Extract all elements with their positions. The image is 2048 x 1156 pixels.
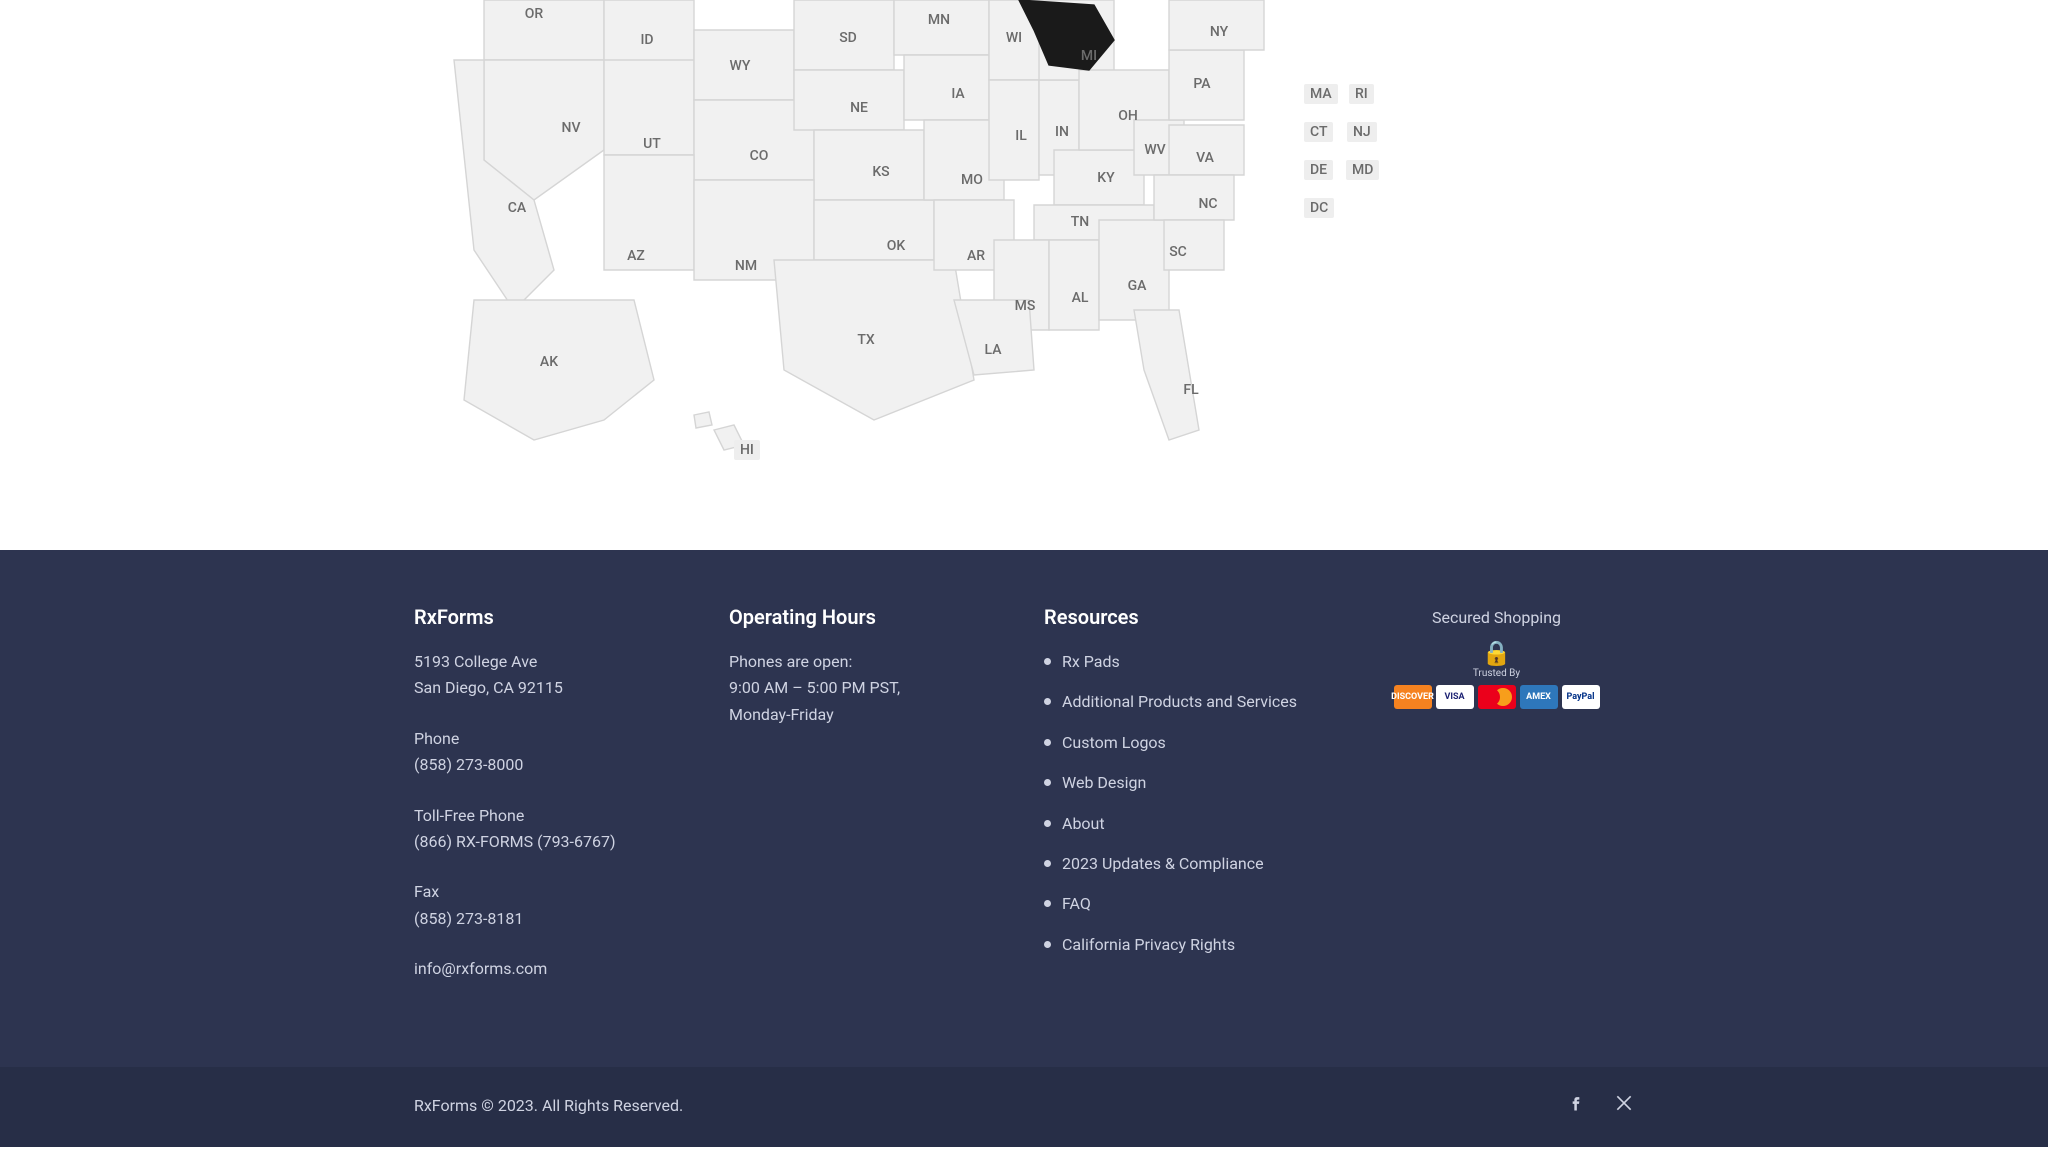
mastercard-icon	[1478, 685, 1516, 709]
tollfree-label: Toll-Free Phone	[414, 803, 689, 829]
state-RI[interactable]: RI	[1349, 84, 1374, 104]
footer-company-column: RxForms 5193 College Ave San Diego, CA 9…	[414, 605, 689, 1007]
copyright-text: RxForms © 2023. All Rights Reserved.	[414, 1093, 683, 1119]
social-links	[1566, 1089, 1634, 1125]
state-UT[interactable]: UT	[643, 136, 661, 152]
copyright-bar: RxForms © 2023. All Rights Reserved.	[0, 1067, 2048, 1147]
state-FL[interactable]: FL	[1183, 382, 1198, 398]
footer-resources-column: Resources Rx Pads Additional Products an…	[1044, 605, 1319, 1007]
secured-title: Secured Shopping	[1359, 605, 1634, 631]
trusted-by-text: Trusted By	[1473, 668, 1520, 679]
state-WI[interactable]: WI	[1006, 30, 1022, 46]
resources-list: Rx Pads Additional Products and Services…	[1044, 649, 1319, 958]
state-OR[interactable]: OR	[525, 6, 543, 22]
resources-link[interactable]: Rx Pads	[1062, 652, 1120, 671]
us-map-section: OR ID SD MN WI MI NY WY NE IA OH PA NV U…	[0, 0, 2048, 550]
footer-secured-column: Secured Shopping 🔒 Trusted By DISCOVER V…	[1359, 605, 1634, 1007]
paypal-icon: PayPal	[1562, 685, 1600, 709]
company-address-1: 5193 College Ave	[414, 649, 689, 675]
state-CT[interactable]: CT	[1304, 122, 1333, 142]
state-HI[interactable]: HI	[734, 440, 760, 460]
state-OK[interactable]: OK	[887, 238, 906, 254]
state-MS[interactable]: MS	[1015, 298, 1036, 314]
fax-label: Fax	[414, 879, 689, 905]
state-MD[interactable]: MD	[1346, 160, 1379, 180]
amex-card-icon: AMEX	[1520, 685, 1558, 709]
hours-heading: Operating Hours	[729, 605, 1004, 629]
state-MN[interactable]: MN	[928, 12, 950, 28]
resources-link[interactable]: Additional Products and Services	[1062, 692, 1297, 711]
discover-card-icon: DISCOVER	[1394, 685, 1432, 709]
hours-line-2: 9:00 AM – 5:00 PM PST,	[729, 675, 1004, 701]
lock-shield-icon: 🔒	[1482, 639, 1512, 667]
phone-label: Phone	[414, 726, 689, 752]
resources-link[interactable]: Web Design	[1062, 773, 1146, 792]
state-AK[interactable]: AK	[540, 354, 558, 370]
state-SC[interactable]: SC	[1169, 244, 1187, 260]
company-address-2: San Diego, CA 92115	[414, 675, 689, 701]
state-MI[interactable]: MI	[1081, 48, 1097, 64]
payment-cards: DISCOVER VISA AMEX PayPal	[1359, 685, 1634, 709]
state-NJ[interactable]: NJ	[1347, 122, 1377, 142]
resources-link[interactable]: FAQ	[1062, 894, 1091, 913]
state-CA[interactable]: CA	[508, 200, 526, 216]
state-NM[interactable]: NM	[735, 258, 757, 274]
us-map-svg	[434, 0, 1614, 490]
state-IN[interactable]: IN	[1055, 124, 1069, 140]
state-NV[interactable]: NV	[562, 120, 581, 136]
state-AR[interactable]: AR	[967, 248, 985, 264]
state-GA[interactable]: GA	[1128, 278, 1147, 294]
resources-heading: Resources	[1044, 605, 1319, 629]
state-SD[interactable]: SD	[839, 30, 857, 46]
state-CO[interactable]: CO	[750, 148, 769, 164]
resources-link[interactable]: California Privacy Rights	[1062, 935, 1235, 954]
fax-value: (858) 273-8181	[414, 906, 689, 932]
state-KY[interactable]: KY	[1097, 170, 1114, 186]
state-WV[interactable]: WV	[1144, 142, 1165, 158]
state-TN[interactable]: TN	[1071, 214, 1089, 230]
company-heading: RxForms	[414, 605, 689, 629]
state-OH[interactable]: OH	[1118, 108, 1138, 124]
state-ID[interactable]: ID	[640, 32, 653, 48]
visa-card-icon: VISA	[1436, 685, 1474, 709]
trust-badge[interactable]: 🔒 Trusted By	[1473, 639, 1520, 679]
state-LA[interactable]: LA	[985, 342, 1002, 358]
phone-link[interactable]: (858) 273-8000	[414, 755, 523, 774]
state-NY[interactable]: NY	[1210, 24, 1228, 40]
state-PA[interactable]: PA	[1193, 76, 1210, 92]
state-DC[interactable]: DC	[1304, 198, 1334, 218]
resources-link[interactable]: About	[1062, 814, 1105, 833]
state-DE[interactable]: DE	[1304, 160, 1333, 180]
state-KS[interactable]: KS	[872, 164, 889, 180]
state-TX[interactable]: TX	[857, 332, 874, 348]
resources-link[interactable]: Custom Logos	[1062, 733, 1166, 752]
state-MO[interactable]: MO	[961, 172, 983, 188]
tollfree-link[interactable]: (866) RX-FORMS (793-6767)	[414, 832, 616, 851]
site-footer: RxForms 5193 College Ave San Diego, CA 9…	[0, 550, 2048, 1147]
us-map[interactable]: OR ID SD MN WI MI NY WY NE IA OH PA NV U…	[434, 0, 1614, 490]
resources-link[interactable]: 2023 Updates & Compliance	[1062, 854, 1264, 873]
hours-line-1: Phones are open:	[729, 649, 1004, 675]
x-twitter-icon[interactable]	[1614, 1089, 1634, 1125]
state-NE[interactable]: NE	[850, 100, 868, 116]
state-NC[interactable]: NC	[1198, 196, 1217, 212]
footer-hours-column: Operating Hours Phones are open: 9:00 AM…	[729, 605, 1004, 1007]
state-AL[interactable]: AL	[1072, 290, 1089, 306]
state-VA[interactable]: VA	[1196, 150, 1214, 166]
state-AZ[interactable]: AZ	[627, 248, 645, 264]
state-WY[interactable]: WY	[730, 58, 751, 74]
hours-line-3: Monday-Friday	[729, 702, 1004, 728]
state-MA[interactable]: MA	[1304, 84, 1338, 104]
email-link[interactable]: info@rxforms.com	[414, 959, 547, 978]
state-IL[interactable]: IL	[1015, 128, 1027, 144]
facebook-icon[interactable]	[1566, 1089, 1586, 1125]
state-IA[interactable]: IA	[951, 86, 964, 102]
